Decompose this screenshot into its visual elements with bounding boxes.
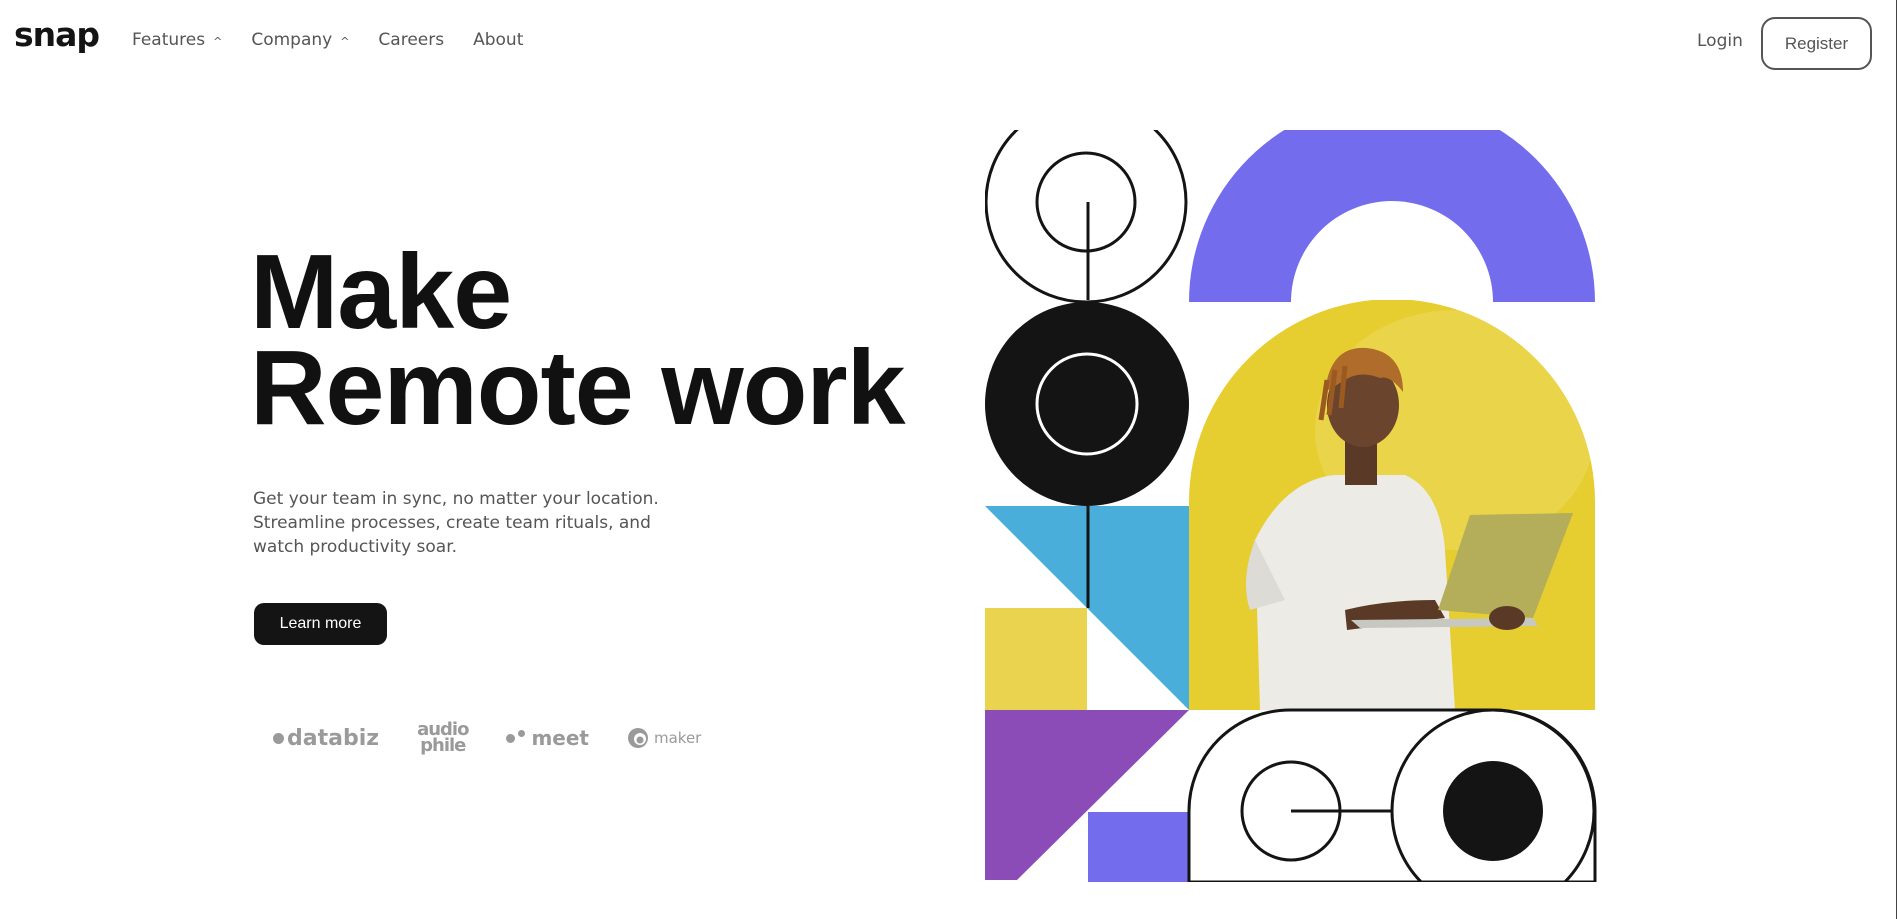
nav-item-label: Careers [378,30,445,50]
audiophile-logo: audio phile [417,721,469,756]
black-dot-shape [1443,761,1543,861]
audiophile-wordmark-bottom: phile [420,735,466,756]
nav-item-company[interactable]: Company ^ [251,30,349,50]
purple-arch-shape [1189,130,1595,302]
hero-title-line2: Remote work [250,329,906,447]
register-button[interactable]: Register [1761,17,1872,70]
hero-illustration [985,130,1597,882]
databiz-wordmark: databiz [287,725,380,751]
databiz-dot-icon [273,732,284,744]
purple-square-shape [1088,812,1189,882]
chevron-up-icon: ^ [340,34,350,48]
meet-dot-icon [518,729,526,737]
nav-item-features[interactable]: Features ^ [132,30,222,50]
person-photo [1189,300,1595,710]
nav-item-label: About [473,30,524,50]
black-circle-shape [985,302,1189,506]
ring-shape [1035,151,1137,253]
meet-dot-icon [506,733,516,743]
login-link[interactable]: Login [1697,31,1743,51]
nav-item-label: Company [251,30,333,50]
nav-item-about[interactable]: About [473,30,523,50]
learn-more-button[interactable]: Learn more [254,603,387,645]
maker-wordmark: maker [653,729,702,747]
chevron-up-icon: ^ [213,34,223,48]
nav-item-label: Features [132,30,206,50]
meet-logo: meet [506,726,589,750]
logo[interactable]: snap [14,18,100,51]
hero-description: Get your team in sync, no matter your lo… [253,489,659,557]
maker-swirl-icon [627,728,648,748]
landing-page: snap Features ^ Company ^ Careers About … [0,0,1897,919]
yellow-square-shape [985,608,1087,710]
meet-wordmark: meet [531,726,589,750]
hero-title: Make Remote work [250,239,906,441]
nav-item-careers[interactable]: Careers [378,30,444,50]
maker-logo: maker [627,727,701,749]
databiz-logo: databiz [273,726,379,751]
main-nav: Features ^ Company ^ Careers About [132,30,552,50]
ring-shape [985,130,1188,304]
client-logos: databiz audio phile meet maker [273,721,739,756]
